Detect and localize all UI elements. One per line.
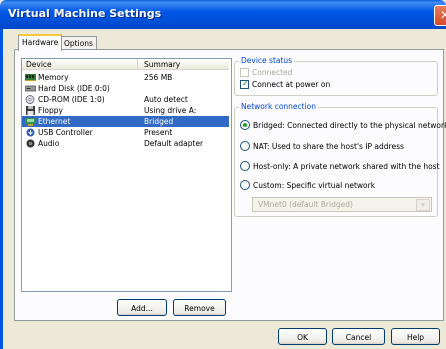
column-header-summary[interactable]: Summary — [138, 59, 229, 70]
memory-icon — [25, 74, 36, 81]
network-connection-group: Network connection Bridged: Connected di… — [234, 102, 446, 217]
device-name: Ethernet — [38, 117, 71, 126]
nat-label: NAT: Used to share the host's IP address — [253, 142, 404, 151]
tab-hardware-label: Hardware — [22, 38, 59, 47]
radio-selected-dot — [243, 123, 247, 127]
tab-hardware[interactable]: Hardware — [18, 34, 63, 51]
device-name: Floppy — [38, 106, 63, 115]
window-left-border — [0, 29, 3, 349]
bridged-radio[interactable] — [240, 120, 250, 130]
custom-network-select[interactable]: VMnet0 (default Bridged) ▾ — [252, 197, 432, 212]
checkmark-icon: ✓ — [242, 79, 249, 88]
device-list[interactable]: Device Summary Memory 256 MB Hard Disk (… — [21, 58, 232, 292]
device-row-ethernet[interactable]: Ethernet Bridged — [22, 116, 229, 127]
custom-label: Custom: Specific virtual network — [253, 181, 376, 190]
device-row-floppy[interactable]: Floppy Using drive A: — [22, 105, 229, 116]
close-icon: ✕ — [439, 8, 446, 22]
device-row-memory[interactable]: Memory 256 MB — [22, 72, 229, 83]
usb-icon — [26, 128, 35, 137]
device-name: CD-ROM (IDE 1:0) — [38, 95, 105, 104]
add-button[interactable]: Add... — [117, 299, 167, 316]
chevron-down-icon: ▾ — [416, 199, 430, 211]
title-bar[interactable]: Virtual Machine Settings ✕ — [0, 0, 446, 29]
help-button[interactable]: Help — [391, 328, 440, 345]
device-summary: Default adapter — [144, 139, 204, 148]
help-button-label: Help — [406, 333, 425, 342]
column-header-summary-label: Summary — [144, 60, 181, 69]
tab-options-label: Options — [64, 39, 93, 48]
host-only-label: Host-only: A private network shared with… — [253, 162, 440, 171]
device-summary: 256 MB — [144, 73, 173, 82]
column-header-device-label: Device — [26, 60, 52, 69]
add-button-label: Add... — [131, 304, 153, 313]
cancel-button[interactable]: Cancel — [332, 328, 385, 345]
device-summary: Auto detect — [144, 95, 188, 104]
tab-options[interactable]: Options — [60, 36, 97, 50]
connected-checkbox[interactable] — [240, 68, 249, 77]
device-name: USB Controller — [38, 128, 93, 137]
device-summary: Present — [144, 128, 173, 137]
device-name: Hard Disk (IDE 0:0) — [38, 84, 110, 93]
connected-label: Connected — [252, 68, 293, 77]
cdrom-icon — [25, 95, 35, 104]
floppy-icon — [26, 106, 35, 115]
device-name: Audio — [38, 139, 60, 148]
virtual-machine-settings-dialog: Virtual Machine Settings ✕ Hardware Opti… — [0, 0, 446, 349]
device-row-audio[interactable]: Audio Default adapter — [22, 138, 229, 149]
device-status-heading: Device status — [239, 56, 295, 65]
remove-button[interactable]: Remove — [173, 299, 226, 316]
device-summary: Bridged — [144, 117, 174, 126]
hard-disk-icon — [25, 85, 36, 92]
column-header-device[interactable]: Device — [22, 59, 138, 70]
connect-at-power-on-label: Connect at power on — [252, 80, 331, 89]
device-summary: Using drive A: — [144, 106, 197, 115]
cancel-button-label: Cancel — [345, 333, 372, 342]
network-connection-heading: Network connection — [239, 102, 319, 111]
device-name: Memory — [38, 73, 69, 82]
custom-network-select-value: VMnet0 (default Bridged) — [258, 200, 353, 209]
audio-icon — [26, 139, 35, 148]
ok-button-label: OK — [297, 333, 308, 342]
custom-radio[interactable] — [240, 180, 250, 190]
connect-at-power-on-checkbox[interactable]: ✓ — [240, 79, 249, 89]
device-row-hard-disk[interactable]: Hard Disk (IDE 0:0) — [22, 83, 229, 94]
device-status-group: Device status Connected ✓ Connect at pow… — [234, 56, 438, 96]
ok-button[interactable]: OK — [278, 328, 327, 345]
nat-radio[interactable] — [240, 141, 250, 151]
window-title: Virtual Machine Settings — [8, 7, 162, 20]
host-only-radio[interactable] — [240, 161, 250, 171]
close-button[interactable]: ✕ — [434, 5, 446, 26]
ethernet-icon — [25, 118, 36, 126]
bridged-label: Bridged: Connected directly to the physi… — [253, 121, 446, 130]
device-row-cdrom[interactable]: CD-ROM (IDE 1:0) Auto detect — [22, 94, 229, 105]
device-row-usb-controller[interactable]: USB Controller Present — [22, 127, 229, 138]
remove-button-label: Remove — [184, 304, 215, 313]
